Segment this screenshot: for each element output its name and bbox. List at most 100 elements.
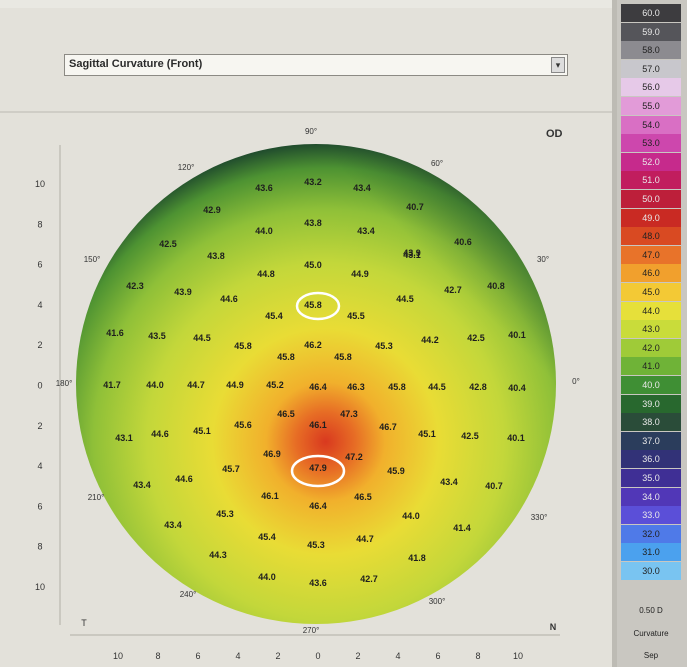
bottom-tick-label: 10 <box>113 651 123 661</box>
legend-swatch: 43.0 <box>621 320 681 339</box>
curvature-value: 44.6 <box>151 429 169 439</box>
curvature-value: 40.1 <box>507 433 525 443</box>
left-tick-label: 2 <box>37 340 42 350</box>
curvature-value: 45.7 <box>222 464 240 474</box>
legend-swatch: 50.0 <box>621 190 681 208</box>
legend-swatch: 37.0 <box>621 431 681 450</box>
legend-swatch: 53.0 <box>621 134 681 153</box>
legend-swatch: 54.0 <box>621 115 681 134</box>
color-legend: 60.0 59.0 58.0 57.0 56.0 55.0 54.0 53.0 52.0 51.0… <box>617 0 687 667</box>
legend-swatch: 32.0 <box>621 524 681 543</box>
bottom-tick-label: 4 <box>235 651 240 661</box>
left-tick-label: 4 <box>37 300 42 310</box>
curvature-value: 46.2 <box>304 340 322 350</box>
curvature-value: 43.4 <box>353 183 371 193</box>
curvature-value: 45.6 <box>234 420 252 430</box>
curvature-value: 45.9 <box>387 466 405 476</box>
curvature-value: 40.1 <box>508 330 526 340</box>
legend-swatch: 49.0 <box>621 208 681 227</box>
angle-label: 30° <box>537 255 549 264</box>
bottom-tick-label: 6 <box>195 651 200 661</box>
curvature-value: 44.5 <box>396 294 414 304</box>
curvature-value: 40.4 <box>508 383 526 393</box>
legend-swatch: 46.0 <box>621 264 681 283</box>
legend-swatch: 33.0 <box>621 506 681 525</box>
curvature-value: 44.0 <box>402 511 420 521</box>
curvature-value: 40.6 <box>454 237 472 247</box>
legend-swatch: 55.0 <box>621 97 681 115</box>
legend-swatch: 34.0 <box>621 487 681 506</box>
legend-swatch: 59.0 <box>621 22 681 41</box>
bottom-tick-label: 4 <box>395 651 400 661</box>
left-tick-label: 6 <box>37 260 42 270</box>
legend-swatch: 47.0 <box>621 245 681 264</box>
curvature-value: 46.5 <box>277 409 295 419</box>
curvature-value: 42.5 <box>467 333 485 343</box>
curvature-value: 46.5 <box>354 492 372 502</box>
legend-step-label: 0.50 D <box>639 606 663 615</box>
legend-mode-label[interactable]: Curvature <box>621 629 681 638</box>
curvature-value: 43.5 <box>148 331 166 341</box>
angle-label: 60° <box>431 159 443 168</box>
left-tick-label: 10 <box>35 179 45 189</box>
curvature-value: 43.6 <box>255 183 273 193</box>
curvature-value: 43.9 <box>174 287 192 297</box>
curvature-value: 43.4 <box>440 477 458 487</box>
legend-swatch: 51.0 <box>621 171 681 190</box>
legend-swatch: 56.0 <box>621 78 681 97</box>
legend-swatch: 36.0 <box>621 450 681 469</box>
curvature-value: 45.8 <box>277 352 295 362</box>
curvature-value: 45.3 <box>307 540 325 550</box>
curvature-value: 45.1 <box>418 429 436 439</box>
curvature-value: 46.4 <box>309 382 327 392</box>
curvature-value: 44.0 <box>255 226 273 236</box>
left-tick-label: 8 <box>37 542 42 552</box>
legend-swatch: 39.0 <box>621 394 681 413</box>
curvature-value: 44.5 <box>428 382 446 392</box>
bottom-tick-label: 10 <box>513 651 523 661</box>
curvature-value: 46.4 <box>309 501 327 511</box>
curvature-value: 43.4 <box>164 520 182 530</box>
curvature-value: 44.9 <box>226 380 244 390</box>
curvature-value: 45.2 <box>266 380 284 390</box>
temporal-label: T <box>81 618 87 628</box>
curvature-value: 40.7 <box>485 481 503 491</box>
left-tick-label: 0 <box>37 381 42 391</box>
angle-label: 240° <box>180 590 197 599</box>
curvature-value: 40.8 <box>487 281 505 291</box>
nasal-label: N <box>550 622 557 632</box>
curvature-value: 41.6 <box>106 328 124 338</box>
legend-swatch: 40.0 <box>621 376 681 394</box>
angle-label: 300° <box>429 597 446 606</box>
left-tick-label: 8 <box>37 219 42 229</box>
bottom-tick-label: 2 <box>355 651 360 661</box>
curvature-value: 45.8 <box>334 352 352 362</box>
curvature-value: 46.1 <box>309 420 327 430</box>
legend-sep-label[interactable]: Sep <box>621 651 681 660</box>
curvature-value: 43.2 <box>304 177 322 187</box>
curvature-value: 41.8 <box>408 553 426 563</box>
left-tick-label: 4 <box>37 461 42 471</box>
curvature-value: 45.4 <box>258 532 276 542</box>
angle-label: 330° <box>531 513 548 522</box>
curvature-value: 45.0 <box>304 260 322 270</box>
angle-label: 180° <box>56 379 73 388</box>
curvature-value: 42.8 <box>469 382 487 392</box>
angle-label: 0° <box>572 377 580 386</box>
curvature-value: 45.8 <box>304 300 322 310</box>
curvature-value: 47.3 <box>340 409 358 419</box>
curvature-value: 44.5 <box>193 333 211 343</box>
legend-swatch: 30.0 <box>621 562 681 580</box>
curvature-value: 44.8 <box>257 269 275 279</box>
angle-label: 90° <box>305 127 317 136</box>
curvature-value: 44.2 <box>421 335 439 345</box>
legend-swatch: 60.0 <box>621 4 681 22</box>
bottom-tick-label: 6 <box>435 651 440 661</box>
curvature-value: 43.8 <box>207 251 225 261</box>
curvature-value: 45.4 <box>265 311 283 321</box>
legend-swatch: 48.0 <box>621 227 681 246</box>
curvature-value: 44.7 <box>187 380 205 390</box>
bottom-tick-label: 8 <box>475 651 480 661</box>
angle-label: 150° <box>84 255 101 264</box>
curvature-value: 46.9 <box>263 449 281 459</box>
